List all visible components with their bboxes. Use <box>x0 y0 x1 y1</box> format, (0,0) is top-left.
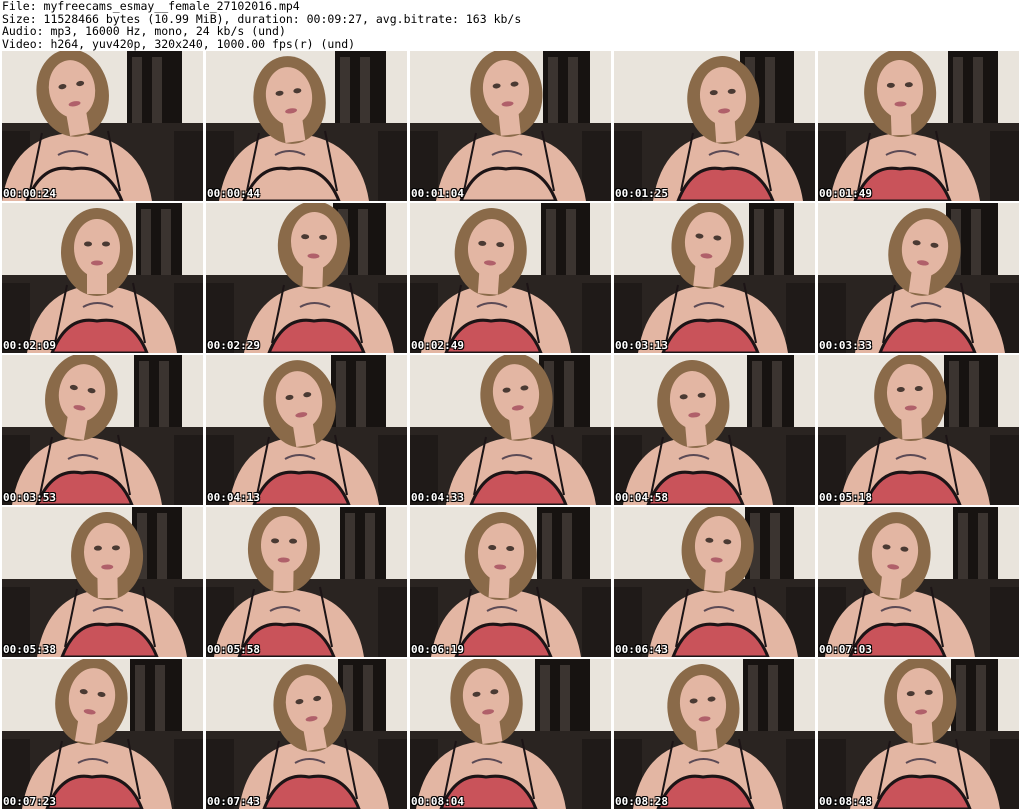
video-frame-image <box>614 507 815 657</box>
thumbnail-timestamp: 00:00:44 <box>207 187 260 200</box>
thumbnail-timestamp: 00:03:13 <box>615 339 668 352</box>
video-thumbnail: 00:08:28 <box>614 659 815 809</box>
thumbnail-timestamp: 00:01:25 <box>615 187 668 200</box>
thumbnail-timestamp: 00:04:33 <box>411 491 464 504</box>
thumbnail-timestamp: 00:02:09 <box>3 339 56 352</box>
video-thumbnail: 00:05:38 <box>2 507 203 657</box>
video-frame-image <box>206 507 407 657</box>
video-info-line: Video: h264, yuv420p, 320x240, 1000.00 f… <box>2 36 356 51</box>
thumbnail-timestamp: 00:08:04 <box>411 795 464 808</box>
thumbnail-timestamp: 00:04:58 <box>615 491 668 504</box>
video-frame-image <box>410 203 611 353</box>
thumbnail-grid: 00:00:24 00:00:44 00:01:04 00:01:25 00:01:49… <box>2 51 1024 811</box>
video-thumbnail: 00:04:33 <box>410 355 611 505</box>
video-frame-image <box>2 507 203 657</box>
video-thumbnail: 00:08:04 <box>410 659 611 809</box>
video-frame-image <box>206 51 407 201</box>
video-thumbnail: 00:01:25 <box>614 51 815 201</box>
video-frame-image <box>818 659 1019 809</box>
video-thumbnail: 00:04:58 <box>614 355 815 505</box>
thumbnail-timestamp: 00:01:04 <box>411 187 464 200</box>
video-thumbnail: 00:02:09 <box>2 203 203 353</box>
video-frame-image <box>410 507 611 657</box>
video-thumbnail: 00:05:58 <box>206 507 407 657</box>
video-frame-image <box>410 659 611 809</box>
thumbnail-timestamp: 00:02:29 <box>207 339 260 352</box>
file-info-header: File: myfreecams_esmay__female_27102016.… <box>2 0 1022 50</box>
video-frame-image <box>410 51 611 201</box>
video-thumbnail: 00:03:33 <box>818 203 1019 353</box>
video-frame-image <box>206 659 407 809</box>
video-frame-image <box>206 203 407 353</box>
video-thumbnail: 00:07:23 <box>2 659 203 809</box>
thumbnail-timestamp: 00:01:49 <box>819 187 872 200</box>
video-frame-image <box>2 355 203 505</box>
video-thumbnail: 00:02:29 <box>206 203 407 353</box>
video-thumbnail: 00:07:03 <box>818 507 1019 657</box>
video-frame-image <box>2 659 203 809</box>
thumbnail-timestamp: 00:07:03 <box>819 643 872 656</box>
video-frame-image <box>2 51 203 201</box>
video-frame-image <box>614 659 815 809</box>
thumbnail-timestamp: 00:03:53 <box>3 491 56 504</box>
thumbnail-timestamp: 00:05:18 <box>819 491 872 504</box>
video-frame-image <box>2 203 203 353</box>
thumbnail-timestamp: 00:08:28 <box>615 795 668 808</box>
video-thumbnail: 00:04:13 <box>206 355 407 505</box>
video-thumbnail: 00:06:19 <box>410 507 611 657</box>
thumbnail-timestamp: 00:06:19 <box>411 643 464 656</box>
thumbnail-timestamp: 00:08:48 <box>819 795 872 808</box>
thumbnail-timestamp: 00:06:43 <box>615 643 668 656</box>
video-frame-image <box>614 51 815 201</box>
video-frame-image <box>614 355 815 505</box>
video-thumbnail: 00:02:49 <box>410 203 611 353</box>
video-thumbnail: 00:08:48 <box>818 659 1019 809</box>
video-frame-image <box>818 355 1019 505</box>
video-frame-image <box>410 355 611 505</box>
thumbnail-timestamp: 00:00:24 <box>3 187 56 200</box>
video-frame-image <box>206 355 407 505</box>
video-thumbnail: 00:00:44 <box>206 51 407 201</box>
thumbnail-timestamp: 00:07:23 <box>3 795 56 808</box>
video-frame-image <box>818 51 1019 201</box>
thumbnail-timestamp: 00:05:38 <box>3 643 56 656</box>
file-name-line: File: myfreecams_esmay__female_27102016.… <box>2 0 300 13</box>
video-thumbnail: 00:01:04 <box>410 51 611 201</box>
thumbnail-timestamp: 00:05:58 <box>207 643 260 656</box>
thumbnail-timestamp: 00:07:43 <box>207 795 260 808</box>
video-thumbnail: 00:05:18 <box>818 355 1019 505</box>
video-frame-image <box>818 507 1019 657</box>
video-thumbnail: 00:07:43 <box>206 659 407 809</box>
thumbnail-timestamp: 00:04:13 <box>207 491 260 504</box>
audio-info-line: Audio: mp3, 16000 Hz, mono, 24 kb/s (und… <box>2 24 286 38</box>
video-thumbnail: 00:03:13 <box>614 203 815 353</box>
video-thumbnail: 00:03:53 <box>2 355 203 505</box>
video-thumbnail: 00:06:43 <box>614 507 815 657</box>
video-frame-image <box>614 203 815 353</box>
video-thumbnail: 00:00:24 <box>2 51 203 201</box>
video-frame-image <box>818 203 1019 353</box>
video-thumbnail: 00:01:49 <box>818 51 1019 201</box>
thumbnail-timestamp: 00:02:49 <box>411 339 464 352</box>
thumbnail-timestamp: 00:03:33 <box>819 339 872 352</box>
